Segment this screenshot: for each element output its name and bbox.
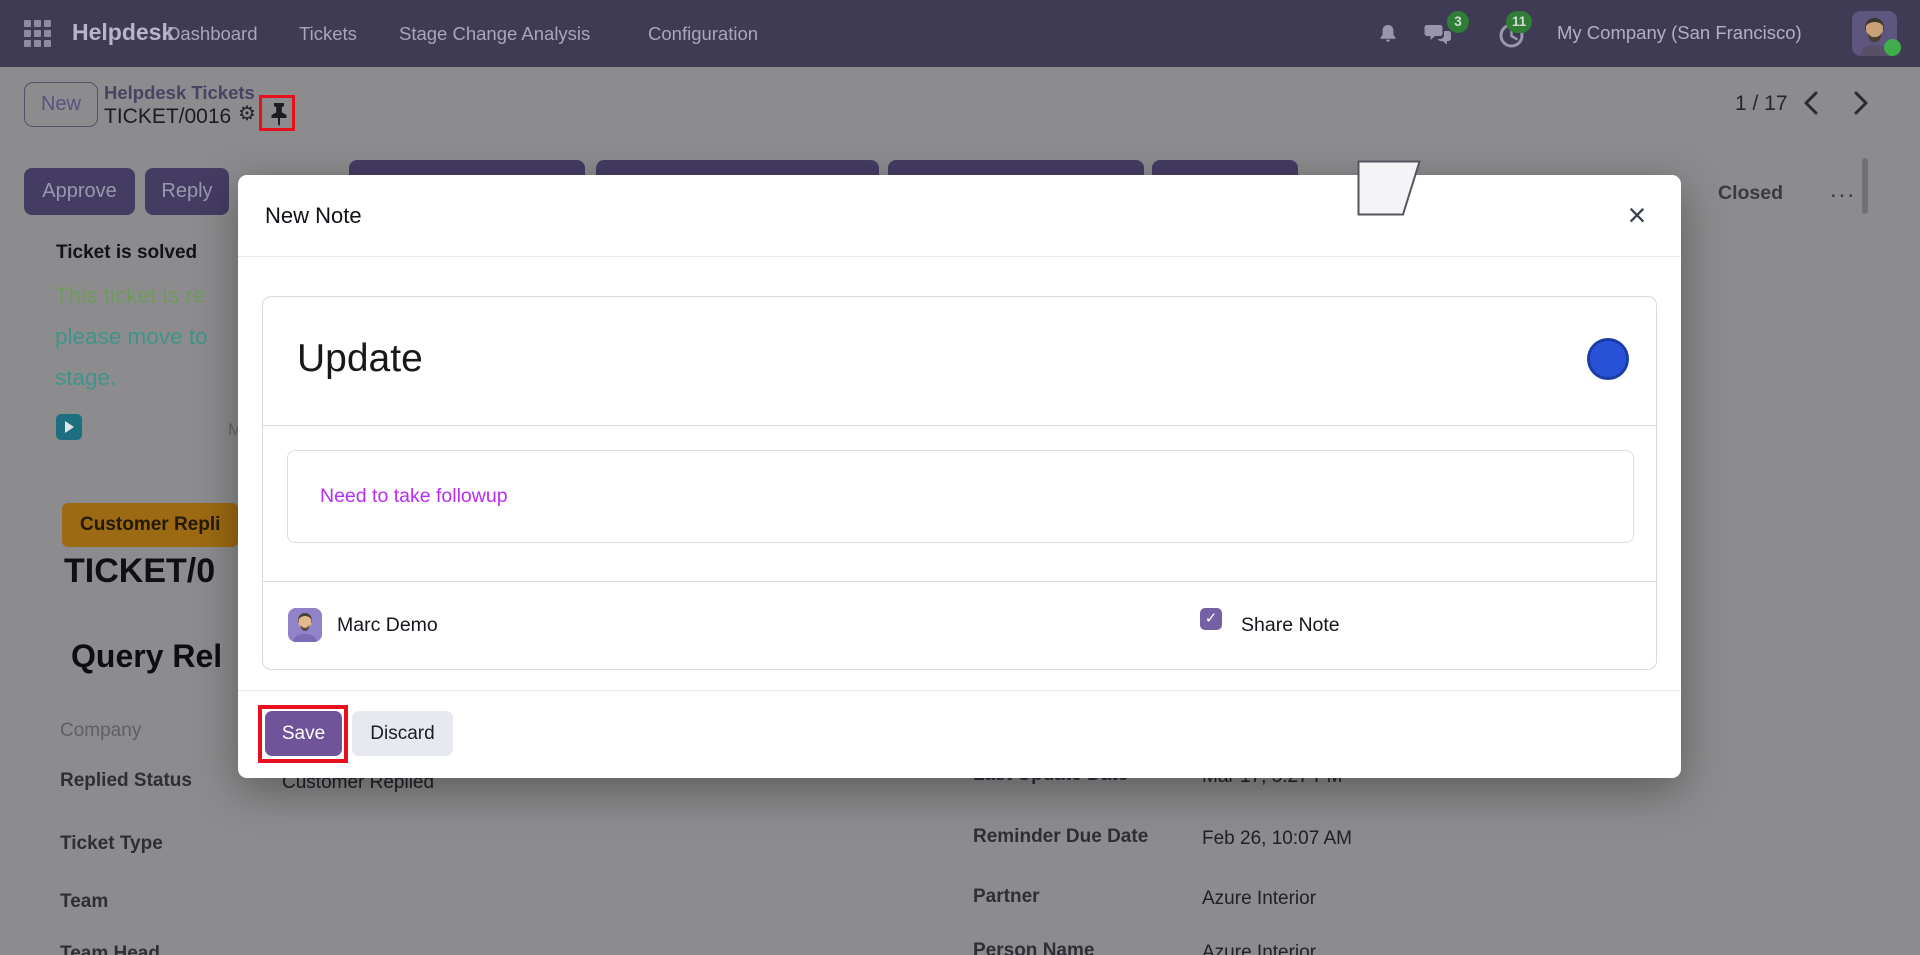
pager-previous-icon[interactable] [1800,90,1822,121]
close-icon[interactable]: × [1617,193,1657,237]
field-value-person-name: Azure Interior [1202,942,1316,955]
modal-title: New Note [265,203,362,229]
messages-badge: 3 [1447,11,1469,33]
breadcrumb-parent-link[interactable]: Helpdesk Tickets [104,82,255,104]
company-switcher[interactable]: My Company (San Francisco) [1557,22,1802,44]
stage-more-ellipsis[interactable]: ... [1830,176,1856,204]
field-label-company: Company [60,720,141,742]
author-avatar [288,608,322,642]
pin-icon[interactable] [268,102,290,132]
share-note-label: Share Note [1241,614,1340,637]
new-note-modal: New Note × Update Need to take followup … [238,175,1681,778]
stage-arrow-fragment[interactable] [1357,160,1423,221]
gear-icon[interactable]: ⚙ [238,104,256,124]
helpdesk-screen: Helpdesk Dashboard Tickets Stage Change … [0,0,1920,955]
scrollbar-thumb[interactable] [1862,158,1868,214]
note-title-row: Update [263,297,1656,426]
menu-dashboard[interactable]: Dashboard [167,23,258,45]
field-label-person-name: Person Name [973,940,1094,955]
pager-next-icon[interactable] [1850,90,1872,121]
modal-footer-divider [238,690,1681,691]
field-label-team-head: Team Head [60,943,160,955]
solved-message-line1: This ticket is re [55,283,205,309]
solved-heading: Ticket is solved [56,242,197,264]
modal-header: New Note × [238,175,1681,257]
breadcrumb-current: TICKET/0016 [104,105,231,129]
stage-closed[interactable]: Closed [1718,182,1783,205]
field-value-partner: Azure Interior [1202,888,1316,910]
top-navbar: Helpdesk Dashboard Tickets Stage Change … [0,0,1920,67]
solved-message-line3: stage. [55,365,116,391]
pager-count: 1 / 17 [1735,92,1788,116]
discard-button[interactable]: Discard [352,711,453,756]
note-meta-row: Marc Demo ✓ Share Note [263,581,1656,669]
play-icon[interactable] [56,414,82,440]
replied-status-badge: Customer Repli [62,503,238,547]
solved-message-line2: please move to [55,324,208,350]
apps-grid-icon[interactable] [24,20,52,48]
save-button[interactable]: Save [265,711,342,756]
new-button[interactable]: New [24,82,98,127]
menu-configuration[interactable]: Configuration [648,23,758,45]
menu-stage-change-analysis[interactable]: Stage Change Analysis [399,23,590,45]
ticket-reference-heading: TICKET/0 [64,552,215,591]
app-title[interactable]: Helpdesk [72,19,174,46]
field-label-reminder-due-date: Reminder Due Date [973,826,1148,848]
approve-button[interactable]: Approve [24,168,135,215]
field-label-partner: Partner [973,886,1040,908]
note-author: Marc Demo [337,614,438,637]
share-note-checkbox[interactable]: ✓ [1200,608,1222,630]
reply-button[interactable]: Reply [145,168,229,215]
activity-badge: 11 [1506,11,1532,33]
note-color-dot[interactable] [1587,338,1629,380]
field-label-ticket-type: Ticket Type [60,833,163,855]
field-label-team: Team [60,891,108,913]
online-status-dot [1884,39,1901,56]
field-value-reminder-due-date: Feb 26, 10:07 AM [1202,828,1352,850]
note-title-input[interactable]: Update [297,337,1497,381]
note-body-text: Need to take followup [320,485,508,508]
bell-icon[interactable] [1376,22,1400,51]
field-label-replied-status: Replied Status [60,770,192,792]
note-body-input[interactable]: Need to take followup [287,450,1634,543]
menu-tickets[interactable]: Tickets [299,23,357,45]
note-card: Update Need to take followup Marc Demo ✓… [262,296,1657,670]
ticket-subject-heading: Query Rel [71,638,222,675]
